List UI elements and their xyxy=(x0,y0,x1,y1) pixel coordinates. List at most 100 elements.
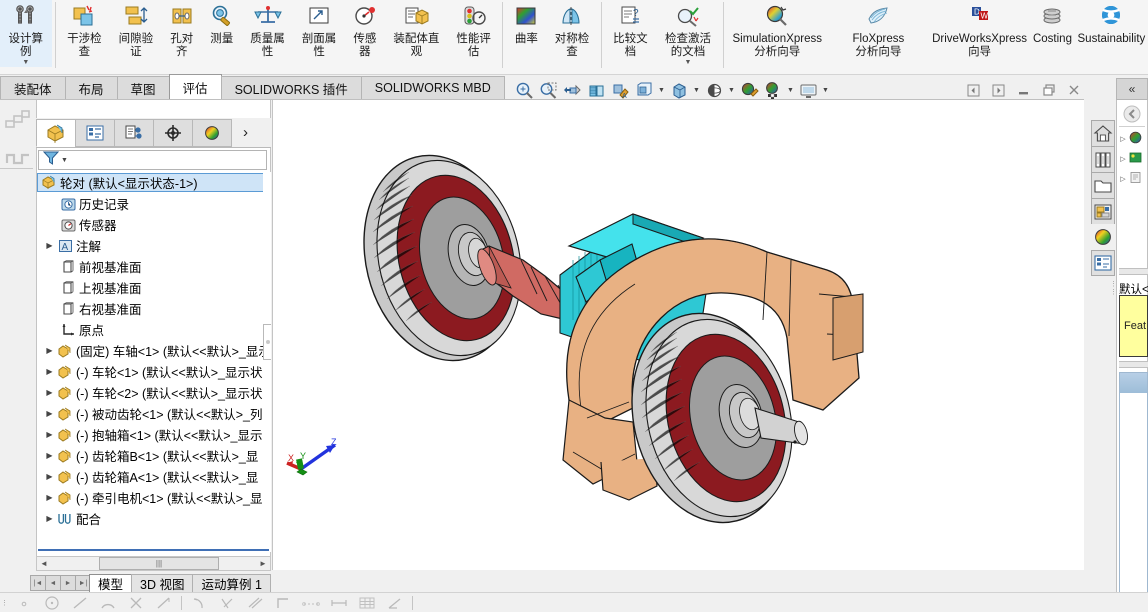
tree-item-component-gearbox-a[interactable]: ▶ (-) 齿轮箱A<1> (默认<<默认>_显 xyxy=(37,466,270,487)
chevron-down-icon[interactable]: ▼ xyxy=(684,59,691,67)
scrollbar-track[interactable]: ||| xyxy=(51,557,256,570)
chevron-down-icon[interactable]: ▼ xyxy=(691,87,702,94)
point-icon[interactable] xyxy=(10,594,38,612)
configuration-manager-tab[interactable] xyxy=(114,118,154,147)
chevron-right-icon[interactable]: ▶ xyxy=(43,430,56,439)
tab-assembly[interactable]: 装配体 xyxy=(0,76,66,99)
chevron-down-icon[interactable]: ▼ xyxy=(61,157,68,164)
file-explorer-icon[interactable] xyxy=(1091,172,1115,198)
property-manager-tab[interactable] xyxy=(75,118,115,147)
tree-item-right-plane[interactable]: 右视基准面 xyxy=(37,298,270,319)
ribbon-button-design-study[interactable]: 设计算例 ▼ xyxy=(0,0,52,67)
trim-icon[interactable] xyxy=(122,594,150,612)
previous-document-button[interactable] xyxy=(961,80,986,100)
feature-tree-horizontal-scrollbar[interactable]: ◄ ||| ► xyxy=(36,556,271,571)
chevron-right-icon[interactable]: ▷ xyxy=(1117,155,1129,163)
tree-item-component-wheel-1[interactable]: ▶ (-) 车轮<1> (默认<<默认>_显示状 xyxy=(37,361,270,382)
view-palette-icon[interactable] xyxy=(1091,198,1115,224)
ribbon-button-hole-alignment[interactable]: 孔对齐 xyxy=(162,0,202,58)
ribbon-button-mass-properties[interactable]: 质量属性 xyxy=(242,0,294,58)
ribbon-button-curvature[interactable]: 曲率 xyxy=(506,0,546,46)
feature-tree-vertical-scrollbar[interactable] xyxy=(263,172,271,552)
scroll-left-arrow-icon[interactable]: ◄ xyxy=(37,559,51,568)
chevron-right-icon[interactable]: ▶ xyxy=(43,409,56,418)
chevron-right-icon[interactable]: ▶ xyxy=(43,451,56,460)
tree-item-mates[interactable]: ▶ 配合 xyxy=(37,508,270,529)
more-tabs-button[interactable]: › xyxy=(239,124,252,141)
ribbon-button-simulationxpress[interactable]: SimulationXpress 分析向导 xyxy=(727,0,828,58)
apply-scene-icon[interactable] xyxy=(761,79,785,101)
flyout-featuremanager-icon[interactable] xyxy=(3,108,33,132)
tab-evaluate[interactable]: 评估 xyxy=(168,74,222,99)
ribbon-button-sustainability[interactable]: Sustainability xyxy=(1075,0,1148,46)
scroll-right-arrow-icon[interactable]: ► xyxy=(256,559,270,568)
minimize-button[interactable] xyxy=(1011,80,1036,100)
dimension-line-icon[interactable] xyxy=(150,594,178,612)
chevron-down-icon[interactable]: ▼ xyxy=(820,87,831,94)
restore-button[interactable] xyxy=(1036,80,1061,100)
scrollbar-thumb[interactable]: ||| xyxy=(99,557,219,570)
scenes-row[interactable]: ▷ xyxy=(1117,149,1147,169)
ribbon-button-check-active-document[interactable]: 检查激活的文档 ▼ xyxy=(656,0,719,67)
tree-item-top-plane[interactable]: 上视基准面 xyxy=(37,277,270,298)
chevron-right-icon[interactable]: ▶ xyxy=(43,367,56,376)
tree-item-assembly-root[interactable]: 轮对 (默认<显示状态-1>) xyxy=(37,173,270,192)
ribbon-button-performance-evaluation[interactable]: 性能评估 xyxy=(448,0,500,58)
chevron-right-icon[interactable]: ▷ xyxy=(1117,175,1129,183)
ribbon-button-measure[interactable]: 测量 xyxy=(202,0,242,46)
chevron-down-icon[interactable]: ▼ xyxy=(656,87,667,94)
back-button[interactable] xyxy=(1122,104,1142,124)
ribbon-button-driveworksxpress[interactable]: D W DriveWorksXpress 向导 xyxy=(929,0,1030,58)
previous-tab-button[interactable]: ◄ xyxy=(45,575,61,591)
tree-item-component-driven-gear[interactable]: ▶ (-) 被动齿轮<1> (默认<<默认>_列 xyxy=(37,403,270,424)
line-icon[interactable] xyxy=(66,594,94,612)
appearances-row[interactable]: ▷ xyxy=(1117,129,1147,149)
graphics-viewport[interactable]: Z X Y xyxy=(272,100,1084,570)
toolbar-grip[interactable]: ⋮ xyxy=(0,594,10,612)
solidworks-resources-home-icon[interactable] xyxy=(1091,120,1115,146)
featuremanager-design-tree-tab[interactable] xyxy=(36,118,76,147)
decals-row[interactable]: ▷ xyxy=(1117,169,1147,189)
chevron-right-icon[interactable]: ▶ xyxy=(43,241,56,250)
display-pane-icon[interactable] xyxy=(3,146,33,170)
design-library-icon[interactable] xyxy=(1091,146,1115,172)
zoom-to-area-icon[interactable] xyxy=(536,79,560,101)
tangent-arc-icon[interactable] xyxy=(185,594,213,612)
construction-geometry-icon[interactable] xyxy=(297,594,325,612)
ribbon-button-section-properties[interactable]: 剖面属性 xyxy=(293,0,345,58)
ribbon-button-interference-detection[interactable]: 干涉检查 xyxy=(59,0,111,58)
arc-icon[interactable] xyxy=(94,594,122,612)
tree-item-sensors[interactable]: 传感器 xyxy=(37,214,270,235)
circle-icon[interactable] xyxy=(38,594,66,612)
tree-item-origin[interactable]: 原点 xyxy=(37,319,270,340)
ribbon-button-costing[interactable]: Costing xyxy=(1030,0,1075,46)
view-orientation-paint-icon[interactable]: A xyxy=(608,79,632,101)
close-button[interactable] xyxy=(1061,80,1086,100)
hide-show-items-icon[interactable] xyxy=(702,79,726,101)
chevron-down-icon[interactable]: ▼ xyxy=(726,87,737,94)
ribbon-button-floxpress[interactable]: FloXpress 分析向导 xyxy=(828,0,929,58)
chevron-down-icon[interactable]: ▼ xyxy=(785,87,796,94)
scrollbar-thumb[interactable] xyxy=(263,324,271,360)
tree-item-component-gearbox-b[interactable]: ▶ (-) 齿轮箱B<1> (默认<<默认>_显 xyxy=(37,445,270,466)
display-manager-tab[interactable] xyxy=(192,118,232,147)
next-document-button[interactable] xyxy=(986,80,1011,100)
task-pane-collapse-button[interactable]: « xyxy=(1116,78,1148,100)
ribbon-button-clearance-verification[interactable]: 间隙验证 xyxy=(110,0,162,58)
chevron-down-icon[interactable]: ▼ xyxy=(22,59,29,67)
tab-3d-views[interactable]: 3D 视图 xyxy=(131,574,194,592)
view-settings-icon[interactable] xyxy=(796,79,820,101)
tree-item-front-plane[interactable]: 前视基准面 xyxy=(37,256,270,277)
section-view-icon[interactable] xyxy=(584,79,608,101)
tab-sketch[interactable]: 草图 xyxy=(116,76,170,99)
linear-pattern-icon[interactable] xyxy=(353,594,381,612)
tree-item-component-axle[interactable]: ▶ (固定) 车轴<1> (默认<<默认>_显示 xyxy=(37,340,270,361)
tree-item-component-axle-box[interactable]: ▶ (-) 抱轴箱<1> (默认<<默认>_显示 xyxy=(37,424,270,445)
tree-item-component-wheel-2[interactable]: ▶ (-) 车轮<2> (默认<<默认>_显示状 xyxy=(37,382,270,403)
custom-properties-icon[interactable] xyxy=(1091,250,1115,276)
chevron-right-icon[interactable]: ▶ xyxy=(43,346,56,355)
appearances-scenes-decals-icon[interactable] xyxy=(1091,224,1115,250)
ribbon-button-symmetry-check[interactable]: 对称检查 xyxy=(546,0,597,58)
chevron-right-icon[interactable]: ▶ xyxy=(43,493,56,502)
zoom-to-fit-icon[interactable] xyxy=(512,79,536,101)
